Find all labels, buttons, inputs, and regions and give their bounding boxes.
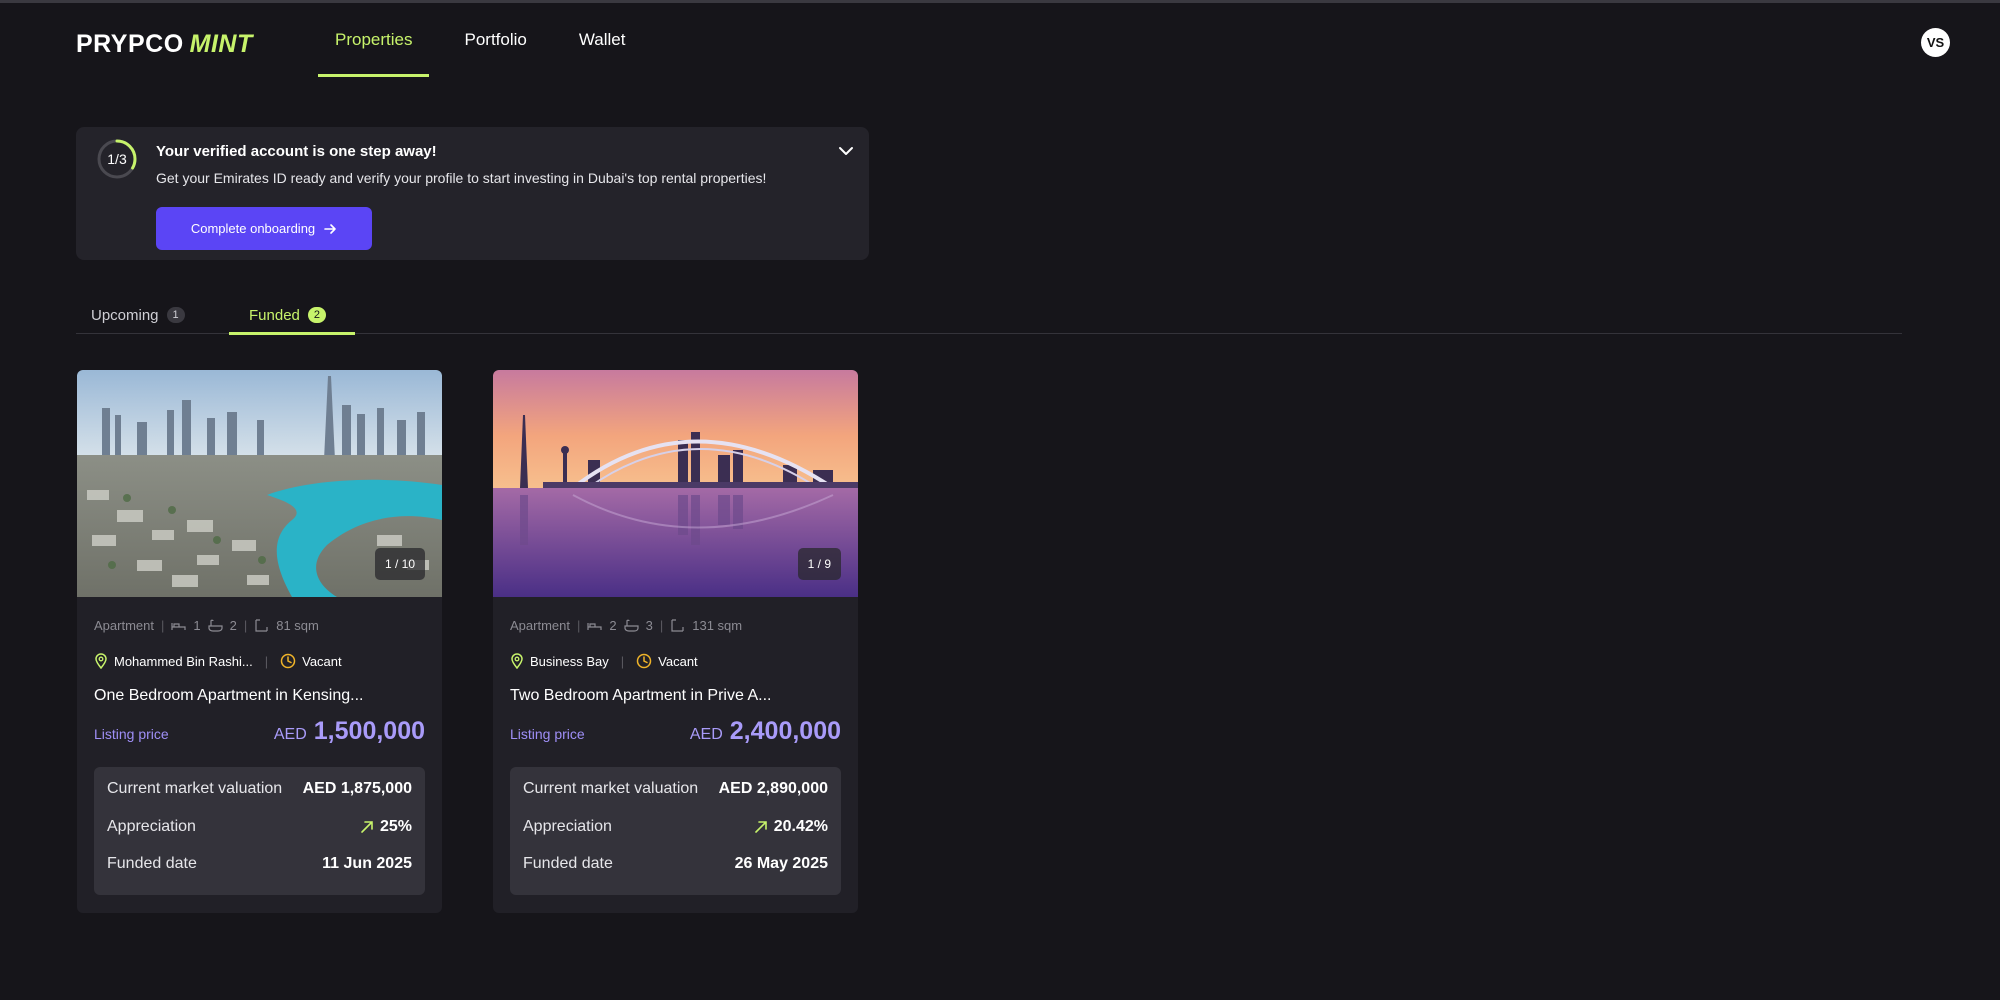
separator: | xyxy=(264,653,269,669)
listing-price: AED 2,400,000 xyxy=(690,717,841,746)
separator: | xyxy=(659,618,664,633)
area-icon xyxy=(255,619,268,632)
nav-item-portfolio[interactable]: Portfolio xyxy=(447,3,543,77)
property-title[interactable]: One Bedroom Apartment in Kensing... xyxy=(94,687,363,705)
trend-up-icon xyxy=(754,821,767,833)
valuation-label: Current market valuation xyxy=(523,780,699,797)
tab-funded-count: 2 xyxy=(307,307,326,323)
property-stats: Current market valuation AED 2,890,000 A… xyxy=(510,767,841,895)
separator: | xyxy=(620,653,625,669)
property-image[interactable]: 1 / 10 xyxy=(77,370,442,597)
appreciation-value-wrap: 20.42% xyxy=(754,818,828,836)
property-stats: Current market valuation AED 1,875,000 A… xyxy=(94,767,425,895)
top-navigation-bar: PRYPCO MINT Properties Portfolio Wallet … xyxy=(0,3,2000,77)
brand-logo-primary: PRYPCO xyxy=(76,29,184,58)
user-avatar[interactable]: VS xyxy=(1921,28,1950,57)
image-counter: 1 / 10 xyxy=(374,548,425,580)
bath-icon xyxy=(624,619,639,632)
property-location: Business Bay xyxy=(530,653,609,669)
bathrooms-count: 2 xyxy=(229,618,237,633)
tab-upcoming-count: 1 xyxy=(166,307,185,323)
appreciation-label: Appreciation xyxy=(523,818,612,835)
location-status-row: Mohammed Bin Rashi... | Vacant xyxy=(94,653,342,669)
funded-date-row: Funded date 26 May 2025 xyxy=(523,853,828,875)
bed-icon xyxy=(587,623,602,630)
onboarding-banner: 1/3 Your verified account is one step aw… xyxy=(76,127,869,260)
tab-upcoming[interactable]: Upcoming 1 xyxy=(76,296,221,334)
price-currency: AED xyxy=(689,726,723,743)
appreciation-value: 20.42% xyxy=(773,818,828,835)
brand-logo-accent: MINT xyxy=(189,29,253,58)
nav-item-wallet[interactable]: Wallet xyxy=(562,3,643,77)
property-card[interactable]: 1 / 10 Apartment | 1 2 | 81 sqm Mohammed… xyxy=(77,370,442,913)
location-status-row: Business Bay | Vacant xyxy=(510,653,698,669)
tab-funded-label: Funded xyxy=(249,306,300,324)
bedrooms-count: 1 xyxy=(193,618,201,633)
funded-date-row: Funded date 11 Jun 2025 xyxy=(107,853,412,875)
onboarding-description: Get your Emirates ID ready and verify yo… xyxy=(156,170,767,186)
image-counter: 1 / 9 xyxy=(797,548,841,580)
property-title[interactable]: Two Bedroom Apartment in Prive A... xyxy=(510,687,771,705)
valuation-value: AED 1,875,000 xyxy=(302,780,412,797)
property-type: Apartment xyxy=(510,618,570,633)
valuation-row: Current market valuation AED 1,875,000 xyxy=(107,778,412,800)
nav-item-properties[interactable]: Properties xyxy=(318,3,430,77)
bath-icon xyxy=(208,619,223,632)
appreciation-value: 25% xyxy=(379,818,412,835)
listing-price: AED 1,500,000 xyxy=(274,717,425,746)
trend-up-icon xyxy=(361,821,373,833)
location-pin-icon xyxy=(511,653,523,669)
property-meta: Apartment | 1 2 | 81 sqm xyxy=(94,618,319,633)
valuation-row: Current market valuation AED 2,890,000 xyxy=(523,778,828,800)
listing-price-label: Listing price xyxy=(510,726,585,742)
listing-price-label: Listing price xyxy=(94,726,169,742)
property-type: Apartment xyxy=(94,618,154,633)
main-nav: Properties Portfolio Wallet xyxy=(318,3,660,77)
separator: | xyxy=(160,618,165,633)
price-currency: AED xyxy=(273,726,307,743)
bedrooms-count: 2 xyxy=(609,618,617,633)
occupancy-status: Vacant xyxy=(658,653,698,669)
appreciation-value-wrap: 25% xyxy=(360,818,412,836)
area-value: 131 sqm xyxy=(692,618,743,633)
appreciation-row: Appreciation 25% xyxy=(107,816,412,838)
bathrooms-count: 3 xyxy=(645,618,653,633)
property-image[interactable]: 1 / 9 xyxy=(493,370,858,597)
complete-onboarding-button[interactable]: Complete onboarding xyxy=(156,207,372,250)
brand-logo[interactable]: PRYPCO MINT xyxy=(76,29,253,59)
funded-date-value: 11 Jun 2025 xyxy=(322,855,412,872)
appreciation-label: Appreciation xyxy=(107,818,196,835)
property-meta: Apartment | 2 3 | 131 sqm xyxy=(510,618,742,633)
clock-icon xyxy=(636,653,652,669)
onboarding-title: Your verified account is one step away! xyxy=(156,143,437,160)
valuation-label: Current market valuation xyxy=(107,780,283,797)
clock-icon xyxy=(280,653,296,669)
occupancy-status: Vacant xyxy=(302,653,342,669)
funded-date-label: Funded date xyxy=(523,855,613,872)
tab-upcoming-label: Upcoming xyxy=(91,306,159,324)
separator: | xyxy=(576,618,581,633)
area-icon xyxy=(671,619,684,632)
location-pin-icon xyxy=(95,653,107,669)
tab-funded[interactable]: Funded 2 xyxy=(229,296,355,335)
area-value: 81 sqm xyxy=(276,618,319,633)
property-tabs: Upcoming 1 Funded 2 xyxy=(76,296,1902,335)
bed-icon xyxy=(171,623,186,630)
separator: | xyxy=(243,618,248,633)
complete-onboarding-label: Complete onboarding xyxy=(190,221,316,236)
funded-date-value: 26 May 2025 xyxy=(734,855,828,872)
price-value: 2,400,000 xyxy=(729,717,841,745)
funded-date-label: Funded date xyxy=(107,855,197,872)
onboarding-progress-text: 1/3 xyxy=(107,151,127,167)
arrow-right-icon xyxy=(324,223,336,234)
price-value: 1,500,000 xyxy=(313,717,425,745)
chevron-down-icon[interactable] xyxy=(836,141,856,161)
property-location: Mohammed Bin Rashi... xyxy=(114,653,253,669)
property-card[interactable]: 1 / 9 Apartment | 2 3 | 131 sqm Business… xyxy=(493,370,858,913)
valuation-value: AED 2,890,000 xyxy=(718,780,828,797)
appreciation-row: Appreciation 20.42% xyxy=(523,816,828,838)
